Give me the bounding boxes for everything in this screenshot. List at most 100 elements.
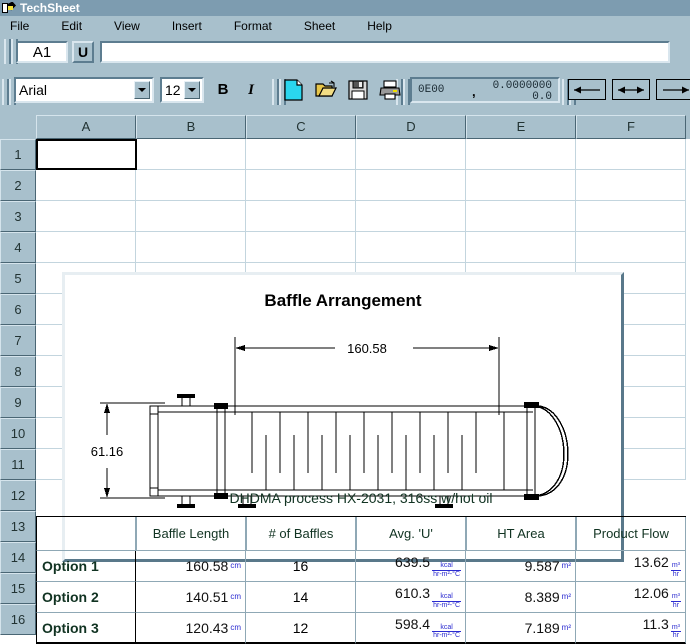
column-header-a[interactable]: A (36, 115, 136, 139)
table-header-num-baffles[interactable]: # of Baffles (246, 517, 356, 551)
font-size-combo[interactable]: 12 (160, 77, 204, 103)
cell[interactable] (576, 232, 686, 263)
print-button[interactable] (376, 77, 404, 103)
column-header-d[interactable]: D (356, 115, 466, 139)
cell[interactable] (576, 139, 686, 170)
cell-num-baffles[interactable]: 14 (246, 582, 356, 613)
row-header-12[interactable]: 12 (0, 480, 36, 511)
column-header-e[interactable]: E (466, 115, 576, 139)
cell[interactable] (136, 170, 246, 201)
cell-baffle-length[interactable]: 140.51 cm (136, 582, 246, 613)
row-header-7[interactable]: 7 (0, 325, 36, 356)
nav-both-button[interactable] (612, 79, 650, 100)
cell[interactable] (356, 170, 466, 201)
cell-num-baffles[interactable]: 16 (246, 551, 356, 582)
table-row-label[interactable]: Option 1 (36, 551, 136, 582)
nav-left-button[interactable] (568, 79, 606, 100)
spreadsheet-grid[interactable]: A B C D E F 1 2 3 4 5 6 7 8 9 10 11 12 13 14 15 16 Baff… (0, 115, 690, 644)
cell[interactable] (576, 201, 686, 232)
column-header-f[interactable]: F (576, 115, 686, 139)
row-header-9[interactable]: 9 (0, 387, 36, 418)
column-header-b[interactable]: B (136, 115, 246, 139)
toolbar-grip-8[interactable] (403, 79, 410, 105)
table-row-label[interactable]: Option 2 (36, 582, 136, 613)
row-header-8[interactable]: 8 (0, 356, 36, 387)
italic-button[interactable]: I (240, 79, 262, 101)
cell[interactable] (356, 139, 466, 170)
table-header-baffle-length[interactable]: Baffle Length (136, 517, 246, 551)
cell[interactable] (136, 139, 246, 170)
scientific-format-label[interactable]: 0E00 (418, 84, 444, 96)
cell[interactable] (36, 170, 136, 201)
cell-avg-u[interactable]: 610.3 kcal hr-m²-°C (356, 582, 466, 613)
cell[interactable] (136, 201, 246, 232)
cell[interactable] (576, 170, 686, 201)
row-header-6[interactable]: 6 (0, 294, 36, 325)
table-header-ht-area[interactable]: HT Area (466, 517, 576, 551)
column-header-c[interactable]: C (246, 115, 356, 139)
cell-product-flow[interactable]: 13.62 m³ hr (576, 551, 686, 582)
cell[interactable] (246, 201, 356, 232)
cell-baffle-length[interactable]: 160.58 cm (136, 551, 246, 582)
row-header-16[interactable]: 16 (0, 604, 36, 635)
menu-item-insert[interactable]: Insert (166, 16, 208, 36)
cell[interactable] (36, 232, 136, 263)
font-name-combo[interactable]: Arial (14, 77, 154, 103)
menu-item-view[interactable]: View (108, 16, 146, 36)
row-header-4[interactable]: 4 (0, 232, 36, 263)
table-header-blank[interactable] (36, 517, 136, 551)
formula-input[interactable] (100, 41, 670, 63)
cell[interactable] (466, 170, 576, 201)
cell-product-flow[interactable]: 11.3 m³ hr (576, 613, 686, 644)
table-header-avg-u[interactable]: Avg. 'U' (356, 517, 466, 551)
bold-button[interactable]: B (212, 79, 234, 101)
font-size-dropdown-arrow[interactable] (184, 81, 200, 99)
row-header-1[interactable]: 1 (0, 139, 36, 170)
font-name-dropdown-arrow[interactable] (134, 81, 150, 99)
cell[interactable] (356, 232, 466, 263)
row-header-15[interactable]: 15 (0, 573, 36, 604)
cell[interactable] (356, 201, 466, 232)
row-header-10[interactable]: 10 (0, 418, 36, 449)
underline-button[interactable]: U (72, 41, 94, 63)
cell[interactable] (466, 139, 576, 170)
row-header-5[interactable]: 5 (0, 263, 36, 294)
row-header-13[interactable]: 13 (0, 511, 36, 542)
cell-ht-area[interactable]: 8.389 m² (466, 582, 576, 613)
cell[interactable] (36, 201, 136, 232)
table-row-label[interactable]: Option 3 (36, 613, 136, 644)
open-file-button[interactable] (312, 77, 340, 103)
cell[interactable] (466, 201, 576, 232)
cell-ht-area[interactable]: 7.189 m² (466, 613, 576, 644)
cell-avg-u[interactable]: 639.5 kcal hr-m²-°C (356, 551, 466, 582)
cell[interactable] (136, 232, 246, 263)
row-header-14[interactable]: 14 (0, 542, 36, 573)
cell-avg-u[interactable]: 598.4 kcal hr-m²-°C (356, 613, 466, 644)
cell-product-flow[interactable]: 12.06 m³ hr (576, 582, 686, 613)
menu-item-sheet[interactable]: Sheet (298, 16, 341, 36)
cell[interactable] (246, 170, 356, 201)
new-document-button[interactable] (280, 77, 308, 103)
menu-item-edit[interactable]: Edit (55, 16, 88, 36)
menu-item-help[interactable]: Help (361, 16, 398, 36)
name-box[interactable]: A1 (16, 41, 68, 63)
save-button[interactable] (344, 77, 372, 103)
nav-right-button[interactable] (656, 79, 690, 100)
cell[interactable] (246, 232, 356, 263)
toolbar-grip-5[interactable] (272, 79, 279, 105)
menu-item-file[interactable]: File (4, 16, 35, 36)
row-header-3[interactable]: 3 (0, 201, 36, 232)
toolbar-grip-1[interactable] (4, 39, 11, 64)
cell-num-baffles[interactable]: 12 (246, 613, 356, 644)
cell-baffle-length[interactable]: 120.43 cm (136, 613, 246, 644)
table-header-product-flow[interactable]: Product Flow (576, 517, 686, 551)
comma-format-label[interactable]: , (472, 84, 476, 99)
caption-cell[interactable]: DHDMA process HX-2031, 316ss w/hot oil (36, 479, 686, 517)
row-header-11[interactable]: 11 (0, 449, 36, 480)
menu-item-format[interactable]: Format (228, 16, 278, 36)
cell[interactable] (466, 232, 576, 263)
cell[interactable] (246, 139, 356, 170)
cell-ht-area[interactable]: 9.587 m² (466, 551, 576, 582)
toolbar-grip-3[interactable] (2, 79, 9, 105)
selected-cell-a1[interactable] (36, 139, 137, 170)
